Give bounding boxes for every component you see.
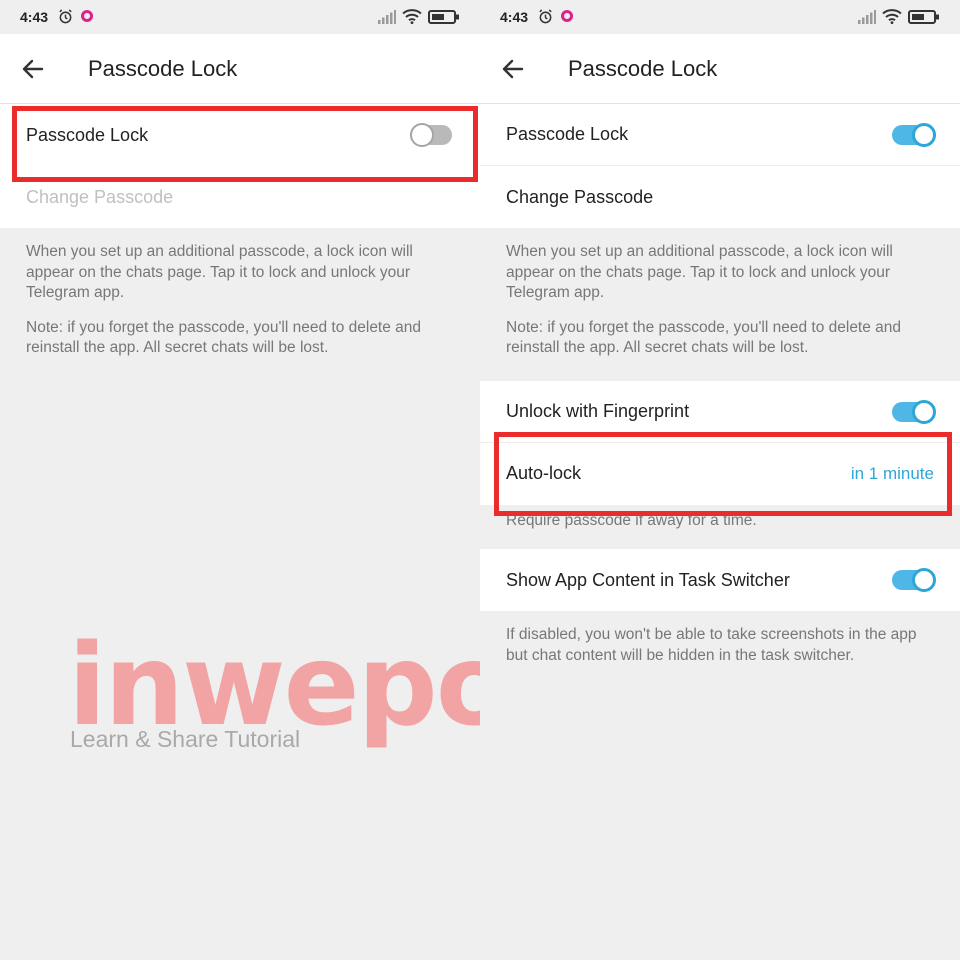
watermark-tagline: Learn & Share Tutorial: [70, 726, 301, 752]
info-paragraph: When you set up an additional passcode, …: [506, 243, 893, 301]
signal-icon: [378, 10, 396, 24]
change-passcode-label: Change Passcode: [26, 186, 174, 207]
task-switcher-label: Show App Content in Task Switcher: [506, 569, 790, 590]
toggle-knob: [912, 399, 936, 424]
status-bar: 4:43: [0, 0, 480, 34]
change-passcode-row[interactable]: Change Passcode: [480, 166, 960, 228]
change-passcode-label: Change Passcode: [506, 186, 654, 207]
task-switcher-section: Show App Content in Task Switcher: [480, 549, 960, 611]
note-paragraph: Note: if you forget the passcode, you'll…: [506, 318, 902, 357]
status-time: 4:43: [500, 9, 529, 25]
alarm-icon: [59, 9, 72, 24]
wifi-icon: [882, 9, 902, 24]
screen-passcode-off: 4:43 Passcode Lock Passcode Lock Change …: [0, 0, 480, 960]
passcode-lock-label: Passcode Lock: [506, 124, 629, 144]
signal-icon: [858, 10, 876, 24]
passcode-info: When you set up an additional passcode, …: [0, 228, 480, 359]
status-time: 4:43: [20, 9, 49, 25]
app-bar: Passcode Lock: [480, 34, 960, 104]
passcode-lock-toggle[interactable]: [892, 123, 936, 147]
toggle-knob: [912, 123, 936, 147]
passcode-info: When you set up an additional passcode, …: [480, 228, 960, 381]
notification-icon: [561, 10, 573, 22]
screen-passcode-on: 4:43 Passcode Lock Passcode Lock Change …: [480, 0, 960, 960]
passcode-section: Passcode Lock Change Passcode: [480, 104, 960, 228]
highlight-box-autolock: [494, 432, 952, 516]
battery-icon: [908, 10, 939, 24]
task-switcher-hint-text: If disabled, you won't be able to take s…: [506, 626, 917, 664]
task-switcher-row[interactable]: Show App Content in Task Switcher: [480, 549, 960, 611]
task-switcher-toggle[interactable]: [892, 568, 936, 592]
note-paragraph: Note: if you forget the passcode, you'll…: [26, 318, 422, 357]
alarm-icon: [539, 9, 552, 24]
back-arrow-icon[interactable]: [500, 56, 526, 82]
page-title: Passcode Lock: [88, 56, 238, 81]
battery-icon: [428, 10, 459, 24]
back-arrow-icon[interactable]: [20, 56, 46, 82]
status-bar: 4:43: [480, 0, 960, 34]
info-paragraph: When you set up an additional passcode, …: [26, 243, 413, 301]
page-title: Passcode Lock: [568, 56, 718, 81]
passcode-lock-row[interactable]: Passcode Lock: [480, 104, 960, 166]
fingerprint-toggle[interactable]: [892, 399, 936, 424]
app-bar: Passcode Lock: [0, 34, 480, 104]
highlight-box-passcode-lock: [12, 106, 478, 182]
notification-icon: [81, 10, 93, 22]
fingerprint-label: Unlock with Fingerprint: [506, 400, 690, 421]
task-switcher-hint: If disabled, you won't be able to take s…: [480, 611, 960, 666]
wifi-icon: [402, 9, 422, 24]
watermark-logo: inwepo Learn & Share Tutorial: [64, 630, 480, 760]
toggle-knob: [912, 568, 936, 592]
